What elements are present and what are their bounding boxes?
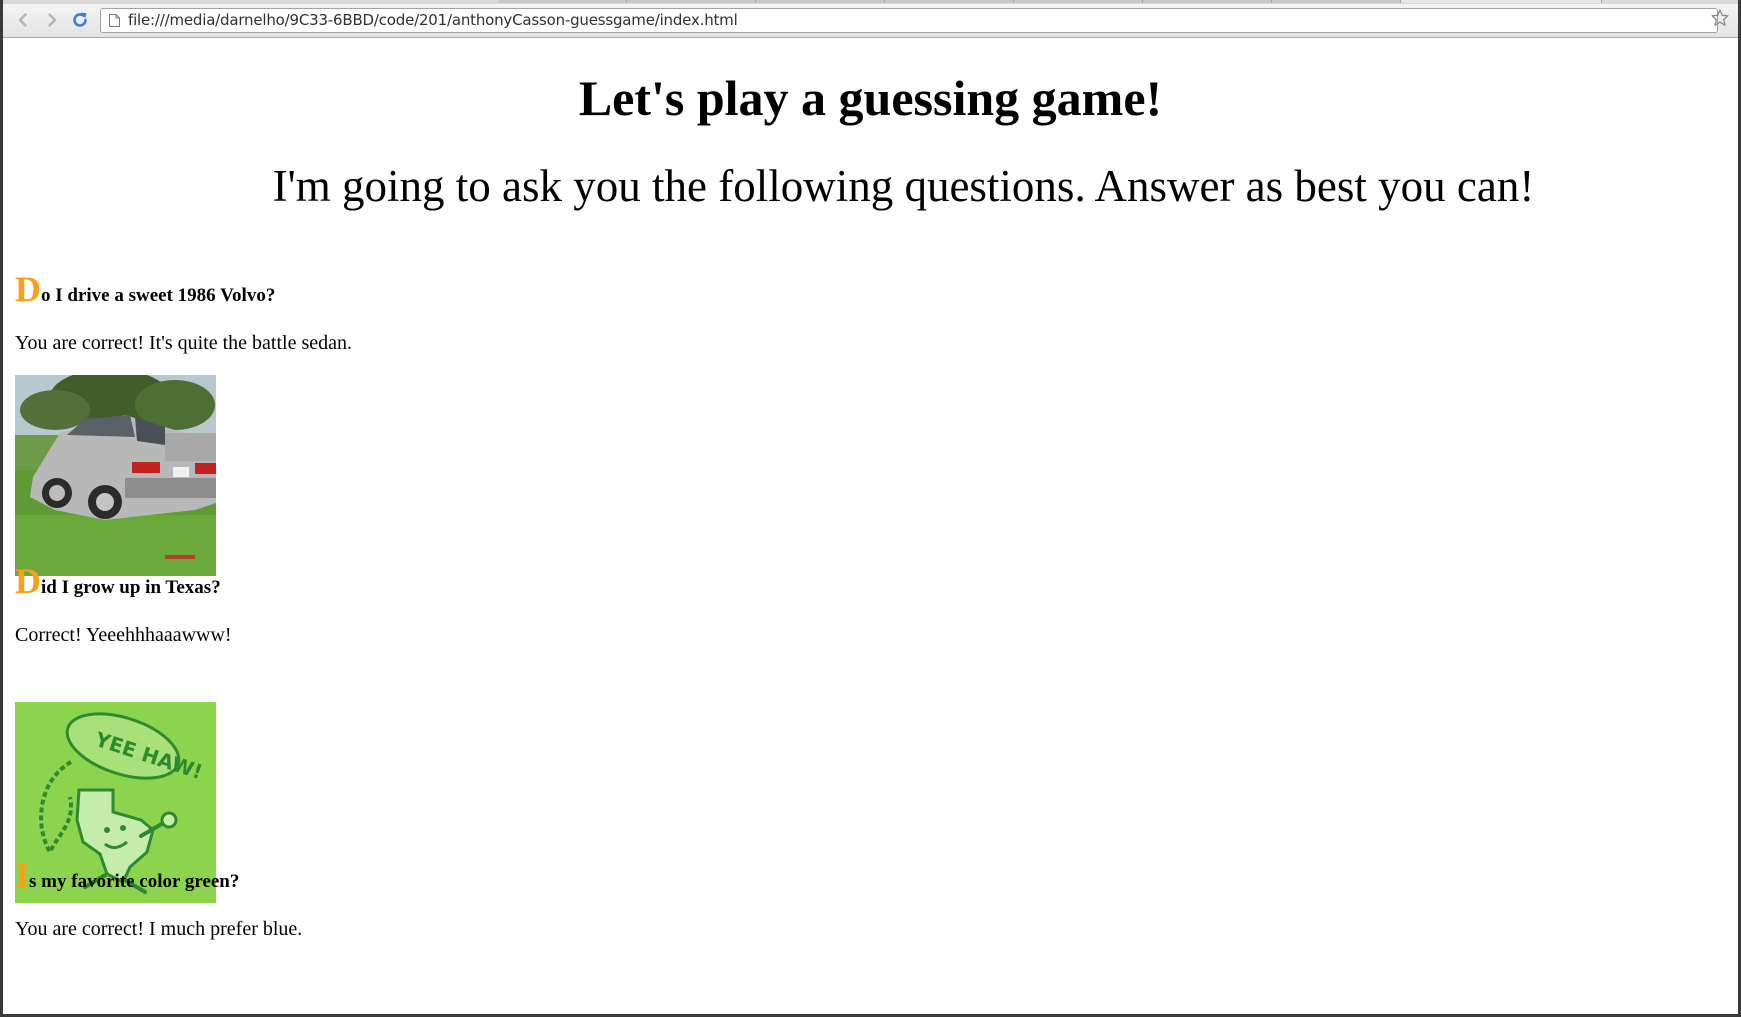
answer-2: Correct! Yeeehhhaaawww! [15,624,232,646]
question-2: Did I grow up in Texas? [15,563,221,606]
question-1-text: o I drive a sweet 1986 Volvo? [41,285,276,306]
reload-button[interactable] [69,9,91,31]
question-3: Is my favorite color green? [15,857,239,900]
tab[interactable] [1272,0,1401,3]
question-2-initial: D [15,561,41,601]
volvo-image [15,375,216,576]
browser-window: file:///media/darnelho/9C33-6BBD/code/20… [0,0,1741,1017]
answer-3: You are correct! I much prefer blue. [15,918,303,940]
tab[interactable] [1014,0,1143,3]
tab[interactable] [1143,0,1272,3]
question-2-text: id I grow up in Texas? [41,577,221,598]
question-1-initial: D [15,269,41,309]
question-3-text: s my favorite color green? [29,871,240,892]
bookmark-button[interactable] [1710,8,1730,28]
address-bar[interactable]: file:///media/darnelho/9C33-6BBD/code/20… [100,8,1718,33]
tab[interactable] [885,0,1014,3]
answer-1: You are correct! It's quite the battle s… [15,332,353,354]
forward-arrow-icon [48,13,57,27]
star-icon [1711,9,1729,26]
page-content: Let's play a guessing game! I'm going to… [6,39,1735,1014]
page-title: Let's play a guessing game! [578,70,1163,126]
volvo-photo [15,375,216,576]
url-text: file:///media/darnelho/9C33-6BBD/code/20… [128,11,738,29]
question-1: Do I drive a sweet 1986 Volvo? [15,271,275,314]
back-button[interactable] [12,9,34,31]
tab[interactable] [756,0,885,3]
tab-active[interactable] [1401,0,1602,3]
page-subtitle: I'm going to ask you the following quest… [272,161,1535,211]
page-icon [109,14,120,27]
tab[interactable] [627,0,756,3]
reload-icon [73,12,87,27]
forward-button[interactable] [41,9,63,31]
question-3-initial: I [15,855,30,895]
back-arrow-icon [18,13,27,27]
browser-toolbar: file:///media/darnelho/9C33-6BBD/code/20… [3,4,1738,38]
tab[interactable] [498,0,627,3]
